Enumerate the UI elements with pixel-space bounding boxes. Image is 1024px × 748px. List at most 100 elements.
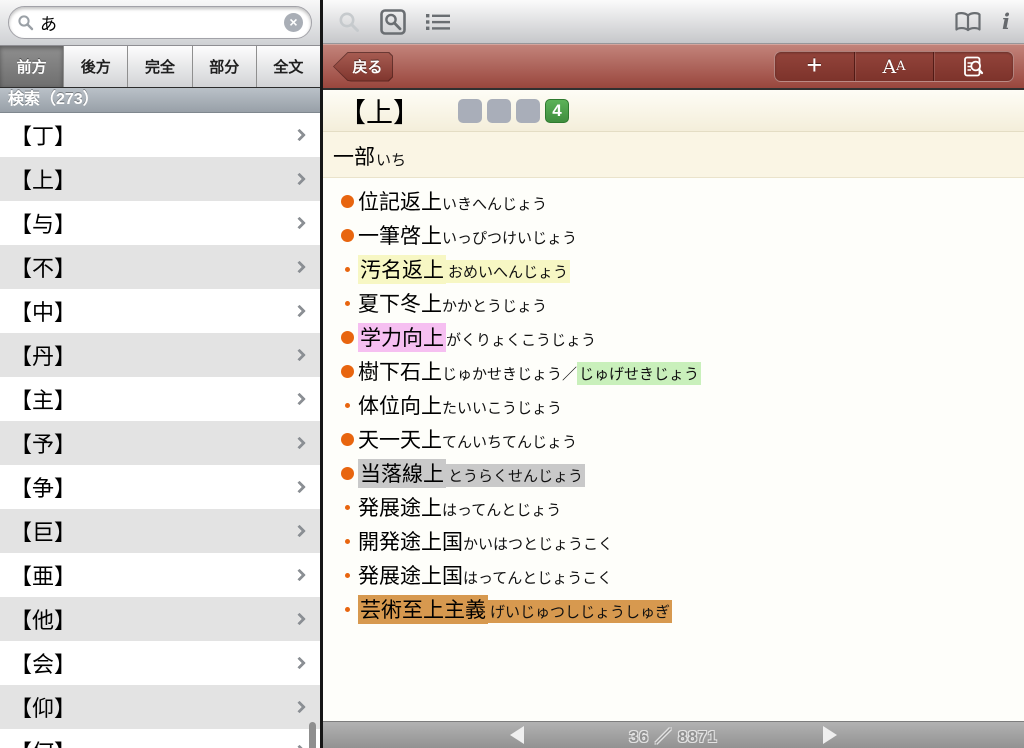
chevron-right-icon xyxy=(293,393,306,406)
back-button[interactable]: 戻る xyxy=(333,52,393,82)
search-disabled-icon[interactable] xyxy=(337,10,361,34)
bullet-icon xyxy=(341,195,354,208)
book-icon[interactable] xyxy=(954,11,982,33)
bullet-icon xyxy=(345,403,350,408)
page-block[interactable] xyxy=(516,99,540,123)
chevron-right-icon xyxy=(293,613,306,626)
entry-kanji: 発展途上国 xyxy=(358,564,463,588)
tab-完全[interactable]: 完全 xyxy=(127,46,191,87)
list-item-label: 【上】 xyxy=(10,163,76,195)
entry-text: 発展途上はってんとじょう xyxy=(358,492,561,522)
dictionary-entry[interactable]: 発展途上はってんとじょう xyxy=(323,490,1024,524)
list-item[interactable]: 【丹】 xyxy=(0,333,320,377)
page-block[interactable] xyxy=(487,99,511,123)
list-item[interactable]: 【主】 xyxy=(0,377,320,421)
list-item[interactable]: 【何】 xyxy=(0,729,320,748)
entry-text: 夏下冬上かかとうじょう xyxy=(358,288,547,318)
entry-reading: げいじゅつしじょうしゅぎ xyxy=(488,600,672,623)
entry-bullet-box xyxy=(339,607,355,612)
index-list-icon[interactable] xyxy=(425,11,451,33)
dictionary-entry[interactable]: 位記返上いきへんじょう xyxy=(323,184,1024,218)
add-button[interactable]: + xyxy=(775,52,854,81)
toolbar-right-group: i xyxy=(954,9,1010,34)
chevron-right-icon xyxy=(293,745,306,748)
dictionary-entry[interactable]: 天一天上てんいちてんじょう xyxy=(323,422,1024,456)
entry-bullet-box xyxy=(339,331,355,344)
list-item[interactable]: 【中】 xyxy=(0,289,320,333)
search-mode-tabs: 前方後方完全部分全文 xyxy=(0,46,320,88)
list-item[interactable]: 【不】 xyxy=(0,245,320,289)
tab-前方[interactable]: 前方 xyxy=(0,46,63,87)
article-header: 【上】 4 xyxy=(323,90,1024,132)
bullet-icon xyxy=(345,301,350,306)
dictionary-entry[interactable]: 学力向上がくりょくこうじょう xyxy=(323,320,1024,354)
entry-kanji: 一筆啓上 xyxy=(358,224,442,248)
tab-後方[interactable]: 後方 xyxy=(63,46,127,87)
entry-text: 芸術至上主義げいじゅつしじょうしゅぎ xyxy=(358,594,672,624)
bullet-icon xyxy=(345,539,350,544)
dictionary-entry[interactable]: 体位向上たいいこうじょう xyxy=(323,388,1024,422)
list-item[interactable]: 【亜】 xyxy=(0,553,320,597)
list-item[interactable]: 【上】 xyxy=(0,157,320,201)
chevron-right-icon xyxy=(293,657,306,670)
list-item[interactable]: 【丁】 xyxy=(0,113,320,157)
entry-reading: がくりょくこうじょう xyxy=(446,331,596,349)
list-item[interactable]: 【他】 xyxy=(0,597,320,641)
entry-reading: かいはつとじょうこく xyxy=(463,535,613,553)
chevron-right-icon xyxy=(293,129,306,142)
tab-全文[interactable]: 全文 xyxy=(256,46,320,87)
page-block-active[interactable]: 4 xyxy=(545,99,569,123)
search-query-text[interactable]: あ xyxy=(40,10,284,35)
search-toolbar: あ × xyxy=(0,0,320,46)
kanji-list: 【丁】【上】【与】【不】【中】【丹】【主】【予】【争】【巨】【亜】【他】【会】【… xyxy=(0,113,320,748)
entry-text: 発展途上国はってんとじょうこく xyxy=(358,560,612,590)
tab-部分[interactable]: 部分 xyxy=(192,46,256,87)
dictionary-entry[interactable]: 一筆啓上いっぴつけいじょう xyxy=(323,218,1024,252)
entry-reading: てんいちてんじょう xyxy=(442,433,577,451)
entry-bullet-box xyxy=(339,365,355,378)
font-size-button[interactable]: AA xyxy=(854,52,934,81)
chevron-right-icon xyxy=(293,349,306,362)
dictionary-entry[interactable]: 当落線上とうらくせんじょう xyxy=(323,456,1024,490)
search-window-icon[interactable] xyxy=(379,8,407,36)
bullet-icon xyxy=(345,505,350,510)
entry-bullet-box xyxy=(339,467,355,480)
list-item-label: 【主】 xyxy=(10,383,76,415)
entry-bullet-box xyxy=(339,539,355,544)
dictionary-entry[interactable]: 芸術至上主義げいじゅつしじょうしゅぎ xyxy=(323,592,1024,626)
list-item-label: 【不】 xyxy=(10,251,76,283)
list-item[interactable]: 【争】 xyxy=(0,465,320,509)
scrollbar-thumb[interactable] xyxy=(309,722,316,748)
preview-search-button[interactable] xyxy=(933,52,1013,81)
entry-text: 当落線上とうらくせんじょう xyxy=(358,458,585,488)
list-item[interactable]: 【巨】 xyxy=(0,509,320,553)
dictionary-entry[interactable]: 開発途上国かいはつとじょうこく xyxy=(323,524,1024,558)
clear-search-icon[interactable]: × xyxy=(284,13,303,32)
next-page-icon[interactable] xyxy=(823,726,837,744)
list-item-label: 【争】 xyxy=(10,471,76,503)
search-icon xyxy=(17,14,34,31)
dictionary-entry[interactable]: 夏下冬上かかとうじょう xyxy=(323,286,1024,320)
headword: 【上】 xyxy=(339,91,420,130)
chevron-right-icon xyxy=(293,569,306,582)
entry-list: 位記返上いきへんじょう一筆啓上いっぴつけいじょう汚名返上おめいへんじょう夏下冬上… xyxy=(323,178,1024,721)
entry-bullet-box xyxy=(339,301,355,306)
article-view: 【上】 4 一部 いち 位記返上いきへんじょう一筆啓上いっぴつけいじょう汚名返上… xyxy=(323,90,1024,748)
list-item[interactable]: 【会】 xyxy=(0,641,320,685)
preview-search-icon xyxy=(962,55,985,78)
entry-kanji: 汚名返上 xyxy=(358,255,446,284)
dictionary-entry[interactable]: 発展途上国はってんとじょうこく xyxy=(323,558,1024,592)
entry-kanji: 学力向上 xyxy=(358,323,446,352)
entry-kanji: 発展途上 xyxy=(358,496,442,520)
list-item[interactable]: 【与】 xyxy=(0,201,320,245)
previous-page-icon[interactable] xyxy=(510,726,524,744)
search-input[interactable]: あ × xyxy=(8,6,312,39)
page-block[interactable] xyxy=(458,99,482,123)
entry-kanji: 位記返上 xyxy=(358,190,442,214)
info-icon[interactable]: i xyxy=(1002,9,1010,34)
list-item-label: 【仰】 xyxy=(10,691,76,723)
dictionary-entry[interactable]: 樹下石上じゅかせきじょう／じゅげせきじょう xyxy=(323,354,1024,388)
dictionary-entry[interactable]: 汚名返上おめいへんじょう xyxy=(323,252,1024,286)
list-item[interactable]: 【予】 xyxy=(0,421,320,465)
list-item[interactable]: 【仰】 xyxy=(0,685,320,729)
